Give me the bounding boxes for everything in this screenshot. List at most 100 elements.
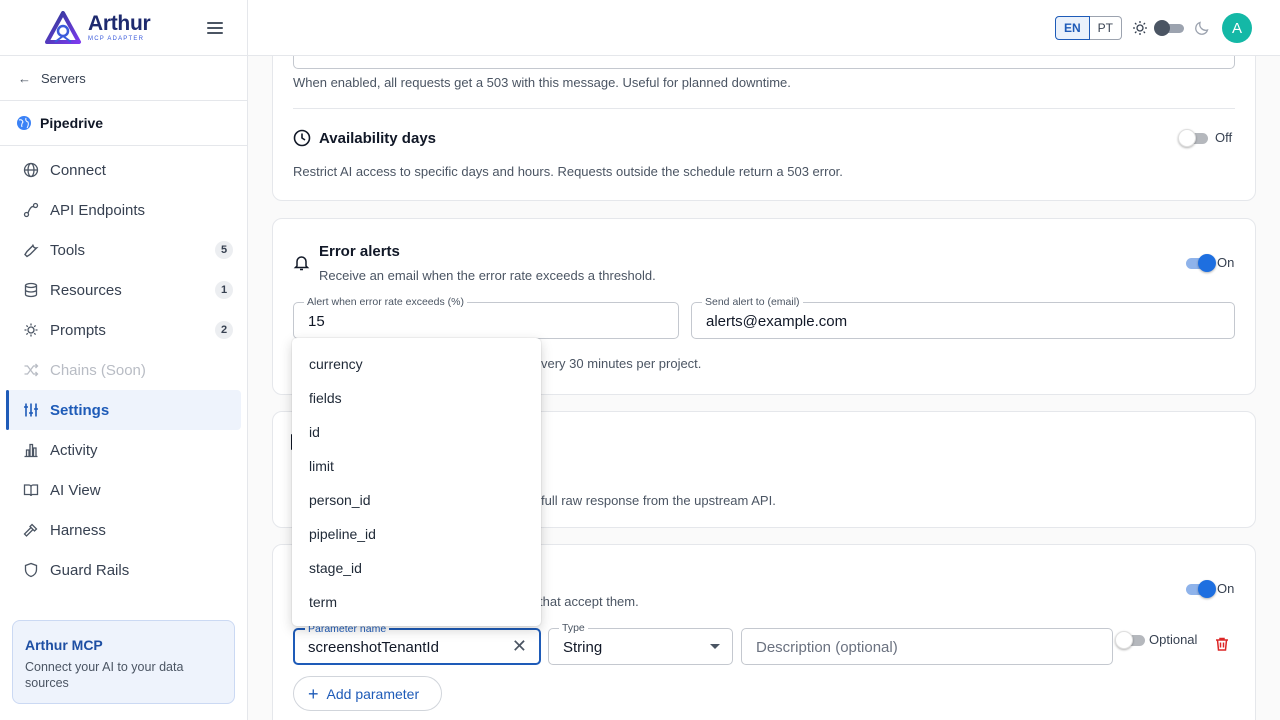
language-switcher: EN PT xyxy=(1055,16,1123,40)
avatar[interactable]: A xyxy=(1222,13,1252,43)
shuffle-icon xyxy=(22,361,40,379)
availability-switch[interactable] xyxy=(1178,129,1210,147)
error-threshold-field[interactable]: Alert when error rate exceeds (%) 15 xyxy=(293,296,679,339)
arrow-left-icon: ← xyxy=(18,70,31,86)
clear-icon[interactable]: ✕ xyxy=(512,636,527,657)
alert-email-field[interactable]: Send alert to (email) alerts@example.com xyxy=(691,296,1235,339)
sidebar: Arthur MCP ADAPTER ← Servers Pipedrive C… xyxy=(0,0,248,720)
field-value: String xyxy=(563,639,603,656)
sun-icon xyxy=(1133,21,1147,35)
count-badge: 2 xyxy=(215,321,233,339)
params-switch[interactable] xyxy=(1184,580,1216,598)
optional-label: Optional xyxy=(1149,632,1198,647)
params-helper: that accept them. xyxy=(539,594,639,609)
promo-card: Arthur MCP Connect your AI to your data … xyxy=(12,620,235,704)
sidebar-item-label: Settings xyxy=(50,401,110,419)
globe-icon xyxy=(17,116,31,130)
param-name-field[interactable]: Parameter name screenshotTenantId ✕ xyxy=(293,623,541,665)
bar-chart-icon xyxy=(22,441,40,459)
sidebar-item-label: Connect xyxy=(50,161,106,179)
params-state: On xyxy=(1217,581,1235,596)
sidebar-item-connect[interactable]: Connect xyxy=(6,150,241,190)
brand-subtitle: MCP ADAPTER xyxy=(88,36,145,42)
count-badge: 1 xyxy=(215,281,233,299)
sidebar-item-label: Tools xyxy=(50,241,86,259)
sidebar-item-resources[interactable]: Resources 1 xyxy=(6,270,241,310)
server-name: Pipedrive xyxy=(40,115,104,131)
optional-switch[interactable] xyxy=(1115,631,1147,649)
maintenance-helper: When enabled, all requests get a 503 wit… xyxy=(293,75,791,90)
field-value: 15 xyxy=(308,313,325,330)
theme-toggle[interactable] xyxy=(1154,20,1184,36)
hammer-icon xyxy=(22,521,40,539)
error-alerts-switch[interactable] xyxy=(1184,254,1216,272)
sidebar-item-label: Resources xyxy=(50,281,122,299)
sidebar-item-settings[interactable]: Settings xyxy=(6,390,241,430)
dropdown-option[interactable]: term xyxy=(292,585,541,619)
sidebar-item-api-endpoints[interactable]: API Endpoints xyxy=(6,190,241,230)
lang-pt-button[interactable]: PT xyxy=(1089,16,1123,40)
sidebar-item-chains: Chains (Soon) xyxy=(6,350,241,390)
sidebar-item-label: Harness xyxy=(50,521,106,539)
back-to-servers-link[interactable]: ← Servers xyxy=(0,56,247,101)
endpoints-icon xyxy=(22,201,40,219)
dropdown-option[interactable]: limit xyxy=(292,449,541,483)
sidebar-item-prompts[interactable]: Prompts 2 xyxy=(6,310,241,350)
sidebar-item-ai-view[interactable]: AI View xyxy=(6,470,241,510)
dropdown-option[interactable]: currency xyxy=(292,347,541,381)
menu-toggle-icon[interactable] xyxy=(207,21,223,34)
availability-state: Off xyxy=(1215,130,1233,145)
back-label: Servers xyxy=(41,70,86,86)
description-field[interactable]: Description (optional) xyxy=(741,628,1113,665)
database-icon xyxy=(22,281,40,299)
field-placeholder: Description (optional) xyxy=(756,639,898,656)
sidebar-item-label: API Endpoints xyxy=(50,201,146,219)
delete-icon[interactable] xyxy=(1214,636,1230,652)
sidebar-item-tools[interactable]: Tools 5 xyxy=(6,230,241,270)
error-alerts-footer: very 30 minutes per project. xyxy=(541,356,702,371)
caret-down-icon xyxy=(710,644,720,649)
clock-icon xyxy=(293,129,311,147)
error-alerts-title: Error alerts xyxy=(319,243,400,260)
error-alerts-subtitle: Receive an email when the error rate exc… xyxy=(319,268,656,283)
error-alerts-state: On xyxy=(1217,255,1235,270)
add-parameter-label: Add parameter xyxy=(326,685,420,702)
sliders-icon xyxy=(22,401,40,419)
sidebar-item-label: Activity xyxy=(50,441,98,459)
server-name-row: Pipedrive xyxy=(0,101,247,146)
field-value: screenshotTenantId xyxy=(308,639,439,656)
count-badge: 5 xyxy=(215,241,233,259)
shield-icon xyxy=(22,561,40,579)
field-label: Send alert to (email) xyxy=(702,296,803,308)
top-bar: EN PT A xyxy=(248,0,1280,56)
field-label: Alert when error rate exceeds (%) xyxy=(304,296,467,308)
plus-icon: + xyxy=(308,683,319,704)
arthur-logo-icon xyxy=(45,10,81,44)
sidebar-nav: Connect API Endpoints Tools 5 Resources … xyxy=(0,146,247,590)
dropdown-option[interactable]: stage_id xyxy=(292,551,541,585)
field-value: alerts@example.com xyxy=(706,313,848,330)
dropdown-option[interactable]: pipeline_id xyxy=(292,517,541,551)
sidebar-item-label: AI View xyxy=(50,481,101,499)
field-label: Type xyxy=(559,622,588,634)
add-parameter-button[interactable]: + Add parameter xyxy=(293,676,442,711)
availability-helper: Restrict AI access to specific days and … xyxy=(293,164,843,179)
sidebar-item-guard-rails[interactable]: Guard Rails xyxy=(6,550,241,590)
promo-text: Connect your AI to your data sources xyxy=(25,660,184,690)
brand-title: Arthur xyxy=(88,12,151,35)
promo-title: Arthur MCP xyxy=(25,637,103,653)
wrench-icon xyxy=(22,241,40,259)
dropdown-option[interactable]: person_id xyxy=(292,483,541,517)
parameter-suggestions-dropdown: currency fields id limit person_id pipel… xyxy=(292,338,541,626)
lang-en-button[interactable]: EN xyxy=(1055,16,1090,40)
sidebar-item-label: Chains (Soon) xyxy=(50,361,146,379)
sidebar-item-label: Prompts xyxy=(50,321,106,339)
moon-icon xyxy=(1195,21,1209,35)
sidebar-item-harness[interactable]: Harness xyxy=(6,510,241,550)
divider xyxy=(293,108,1235,109)
dropdown-option[interactable]: fields xyxy=(292,381,541,415)
type-select[interactable]: Type String xyxy=(548,622,733,665)
sidebar-item-label: Guard Rails xyxy=(50,561,130,579)
sidebar-item-activity[interactable]: Activity xyxy=(6,430,241,470)
dropdown-option[interactable]: id xyxy=(292,415,541,449)
